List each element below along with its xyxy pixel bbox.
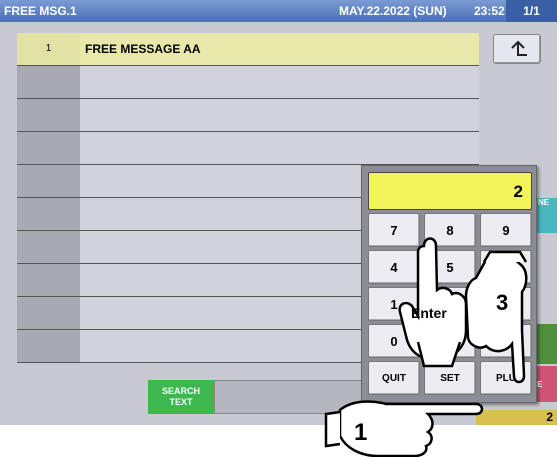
message-number	[17, 99, 80, 131]
list-item[interactable]: 1 FREE MESSAGE AA	[17, 33, 479, 66]
date-display: MAY.22.2022 (SUN)	[339, 4, 447, 18]
key-0[interactable]: 0	[368, 324, 420, 358]
key-set[interactable]: SET	[424, 361, 476, 395]
key-8[interactable]: 8	[424, 213, 476, 247]
message-number	[17, 165, 80, 197]
list-item[interactable]	[17, 66, 479, 99]
search-text-label: SEARCH TEXT	[161, 386, 200, 407]
search-text-button[interactable]: SEARCH TEXT	[148, 380, 214, 414]
time-display: 23:52	[474, 4, 505, 18]
message-number	[17, 198, 80, 230]
key-2[interactable]: 2	[424, 287, 476, 321]
keypad-display: 2	[368, 172, 532, 210]
numeric-keypad: 2 7 8 9 4 5 6 1 2 3 0 00 QUIT SET PLU	[361, 165, 537, 403]
message-number	[17, 264, 80, 296]
key-7[interactable]: 7	[368, 213, 420, 247]
key-clear[interactable]	[480, 324, 532, 358]
side-tab-pink[interactable]: E	[536, 366, 557, 402]
key-6[interactable]: 6	[480, 250, 532, 284]
title-bar: FREE MSG.1 MAY.22.2022 (SUN) 23:52 1/1	[0, 0, 557, 22]
message-number	[17, 231, 80, 263]
key-plu[interactable]: PLU	[480, 361, 532, 395]
message-number	[17, 132, 80, 164]
key-1[interactable]: 1	[368, 287, 420, 321]
key-5[interactable]: 5	[424, 250, 476, 284]
message-number: 1	[17, 33, 80, 65]
key-3[interactable]: 3	[480, 287, 532, 321]
side-tab-green[interactable]	[536, 324, 557, 364]
side-tab-teal[interactable]: NE	[536, 198, 557, 233]
message-number	[17, 297, 80, 329]
key-quit[interactable]: QUIT	[368, 361, 420, 395]
return-arrow-icon	[511, 40, 527, 56]
key-4[interactable]: 4	[368, 250, 420, 284]
count-field: 2	[476, 410, 557, 425]
message-text: FREE MESSAGE AA	[80, 33, 479, 65]
list-item[interactable]	[17, 99, 479, 132]
message-number	[17, 66, 80, 98]
screen-title: FREE MSG.1	[4, 4, 77, 18]
message-number	[17, 330, 80, 362]
message-text	[80, 132, 479, 164]
side-tab-teal-label: NE	[538, 198, 550, 207]
message-text	[80, 66, 479, 98]
key-00[interactable]: 00	[424, 324, 476, 358]
page-indicator: 1/1	[506, 0, 557, 22]
message-text	[80, 99, 479, 131]
side-tab-pink-label: E	[537, 380, 543, 389]
list-item[interactable]	[17, 132, 479, 165]
back-button[interactable]	[493, 34, 541, 64]
key-9[interactable]: 9	[480, 213, 532, 247]
